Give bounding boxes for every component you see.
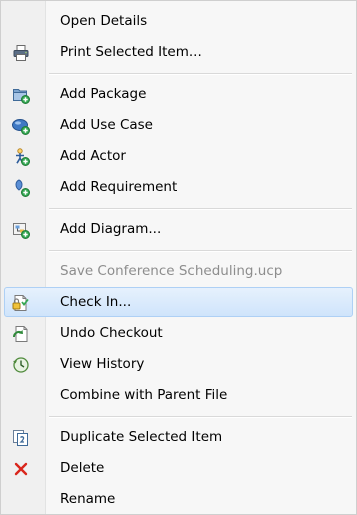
menu-item-duplicate-selected-item[interactable]: Duplicate Selected Item [4, 422, 353, 452]
menu-item-label: Print Selected Item... [60, 44, 202, 60]
add-diagram-icon [11, 220, 31, 240]
view-history-icon [11, 355, 31, 375]
menu-item-add-actor[interactable]: Add Actor [4, 141, 353, 171]
menu-item-label: Undo Checkout [60, 325, 163, 341]
menu-item-add-diagram[interactable]: Add Diagram... [4, 214, 353, 244]
menu-item-open-details[interactable]: Open Details [4, 6, 353, 36]
menu-item-label: Rename [60, 491, 116, 507]
menu-item-check-in[interactable]: Check In... [4, 287, 353, 317]
menu-item-label: Duplicate Selected Item [60, 429, 223, 445]
add-requirement-icon [11, 178, 31, 198]
menu-item-undo-checkout[interactable]: Undo Checkout [4, 318, 353, 348]
add-package-icon [11, 85, 31, 105]
menu-item-view-history[interactable]: View History [4, 349, 353, 379]
menu-item-label: Add Actor [60, 148, 126, 164]
delete-icon [11, 459, 31, 479]
menu-item-label: View History [60, 356, 145, 372]
menu-item-label: Delete [60, 460, 105, 476]
menu-item-delete[interactable]: Delete [4, 453, 353, 483]
duplicate-icon [11, 428, 31, 448]
menu-item-label: Check In... [60, 294, 132, 310]
add-actor-icon [11, 147, 31, 167]
menu-item-save-file: Save Conference Scheduling.ucp [4, 256, 353, 286]
menu-item-add-requirement[interactable]: Add Requirement [4, 172, 353, 202]
menu-item-label: Add Use Case [60, 117, 153, 133]
menu-item-label: Add Requirement [60, 179, 178, 195]
menu-item-combine-with-parent-file[interactable]: Combine with Parent File [4, 380, 353, 410]
check-in-icon [11, 293, 31, 313]
menu-item-label: Add Package [60, 86, 147, 102]
menu-item-add-package[interactable]: Add Package [4, 79, 353, 109]
context-menu: Open Details Print Selected Item... Add … [0, 0, 357, 515]
menu-item-label: Save Conference Scheduling.ucp [60, 263, 283, 279]
menu-item-print-selected-item[interactable]: Print Selected Item... [4, 37, 353, 67]
add-use-case-icon [11, 116, 31, 136]
menu-item-label: Combine with Parent File [60, 387, 228, 403]
menu-item-add-use-case[interactable]: Add Use Case [4, 110, 353, 140]
undo-checkout-icon [11, 324, 31, 344]
menu-separator [49, 73, 352, 75]
menu-item-rename[interactable]: Rename [4, 484, 353, 514]
menu-separator [49, 416, 352, 418]
menu-item-label: Add Diagram... [60, 221, 162, 237]
printer-icon [11, 43, 31, 63]
menu-item-label: Open Details [60, 13, 148, 29]
menu-separator [49, 208, 352, 210]
menu-separator [49, 250, 352, 252]
